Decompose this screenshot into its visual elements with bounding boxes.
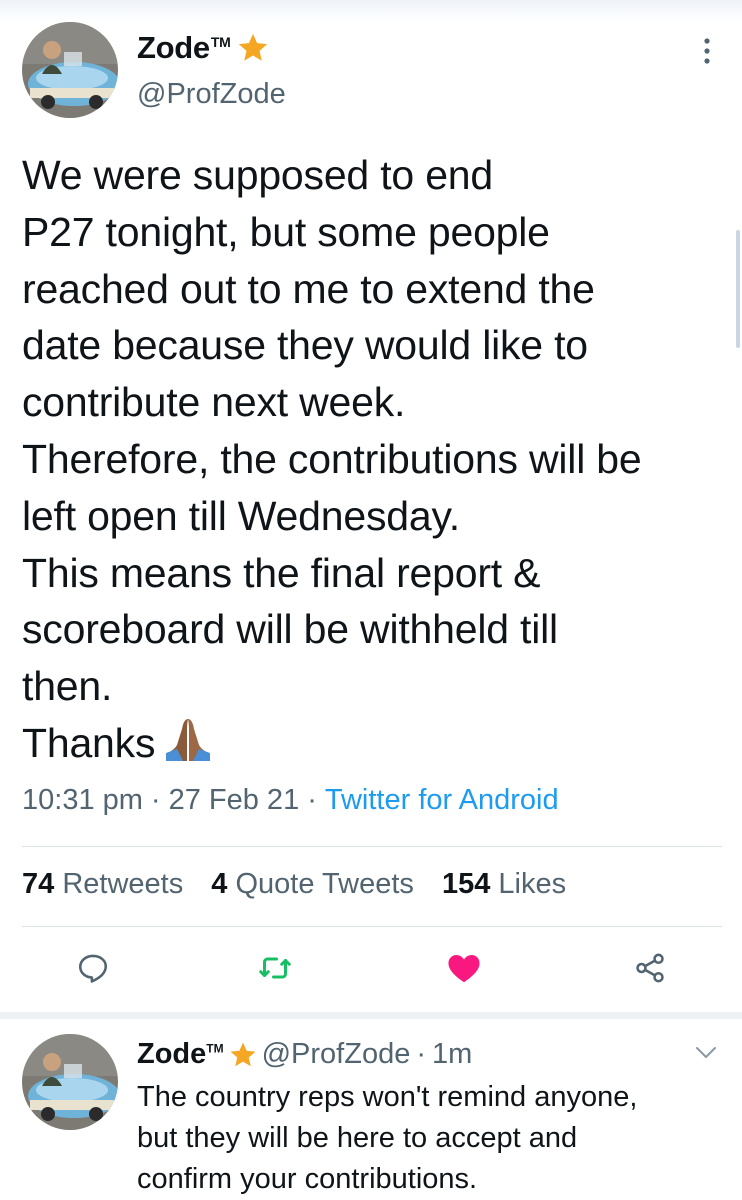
reply-age[interactable]: 1m xyxy=(432,1038,472,1071)
trademark-mark: TM xyxy=(206,1041,224,1056)
divider xyxy=(22,846,722,847)
author-handle[interactable]: @ProfZode xyxy=(137,78,286,111)
tweet-text-line: We were supposed to end xyxy=(22,152,494,198)
divider xyxy=(22,926,722,927)
retweets-stat[interactable]: 74 Retweets xyxy=(22,868,183,900)
chevron-down-icon[interactable] xyxy=(694,1044,718,1062)
reply-button[interactable] xyxy=(71,946,115,990)
reply-text-line: The country reps won't remind anyone, xyxy=(137,1081,638,1113)
star-icon xyxy=(230,1042,256,1066)
tweet-text-line: contribute next week. xyxy=(22,379,406,426)
author-name-row[interactable]: ZodeTM xyxy=(137,30,270,66)
reply-handle[interactable]: @ProfZode xyxy=(262,1038,411,1071)
star-icon xyxy=(239,33,268,61)
reply-author-avatar[interactable] xyxy=(22,1034,118,1130)
meta-separator: · xyxy=(150,784,161,816)
tweet-text-line: scoreboard will be withheld till xyxy=(22,606,558,653)
trademark-mark: TM xyxy=(210,33,231,50)
tweet-source-link[interactable]: Twitter for Android xyxy=(325,784,559,816)
meta-separator: · xyxy=(416,1038,427,1070)
quote-tweets-stat[interactable]: 4 Quote Tweets xyxy=(211,868,414,900)
like-icon xyxy=(448,955,480,983)
section-separator xyxy=(0,1012,742,1019)
tweet-text-line: date because they would like to xyxy=(22,322,588,369)
tweet-text-line-last: Thanks xyxy=(22,715,732,772)
tweet-text-line: then. xyxy=(22,663,113,710)
scrollbar[interactable] xyxy=(736,230,740,348)
reply-text-line: but they will be here to accept and xyxy=(137,1122,578,1154)
reply-icon xyxy=(78,954,108,983)
retweet-button[interactable] xyxy=(253,946,297,990)
folded-hands-icon xyxy=(166,718,211,761)
tweet-text-line: left open till Wednesday. xyxy=(22,492,460,539)
top-edge-fade xyxy=(0,0,742,22)
tweet-text: We were supposed to end P27 tonight, but… xyxy=(22,147,732,772)
tweet-meta: 10:31 pm · 27 Feb 21 · Twitter for Android xyxy=(22,784,559,817)
tweet-text-line: P27 tonight, but some people xyxy=(22,208,550,255)
reply-text: The country reps won't remind anyone, bu… xyxy=(137,1077,727,1200)
reply-display-name[interactable]: ZodeTM xyxy=(137,1038,224,1071)
retweet-icon xyxy=(259,957,291,979)
tweet-stats: 74 Retweets 4 Quote Tweets 154 Likes xyxy=(22,868,586,901)
like-button[interactable] xyxy=(442,946,486,990)
tweet-date[interactable]: 27 Feb 21 xyxy=(169,784,300,816)
author-avatar[interactable] xyxy=(22,22,118,118)
reply-header: ZodeTM @ProfZode · 1m xyxy=(137,1038,472,1071)
tweet-time[interactable]: 10:31 pm xyxy=(22,784,143,816)
reply-text-line: confirm your contributions. xyxy=(137,1163,478,1195)
tweet-text-line: Therefore, the contributions will be xyxy=(22,435,642,482)
share-icon xyxy=(636,953,664,983)
author-display-name[interactable]: ZodeTM xyxy=(137,30,231,66)
share-button[interactable] xyxy=(628,946,672,990)
more-options-icon[interactable] xyxy=(700,36,714,66)
likes-stat[interactable]: 154 Likes xyxy=(442,868,566,900)
tweet-text-line: This means the final report & xyxy=(22,549,541,596)
meta-separator: · xyxy=(307,784,317,816)
tweet-text-line: reached out to me to extend the xyxy=(22,265,595,312)
